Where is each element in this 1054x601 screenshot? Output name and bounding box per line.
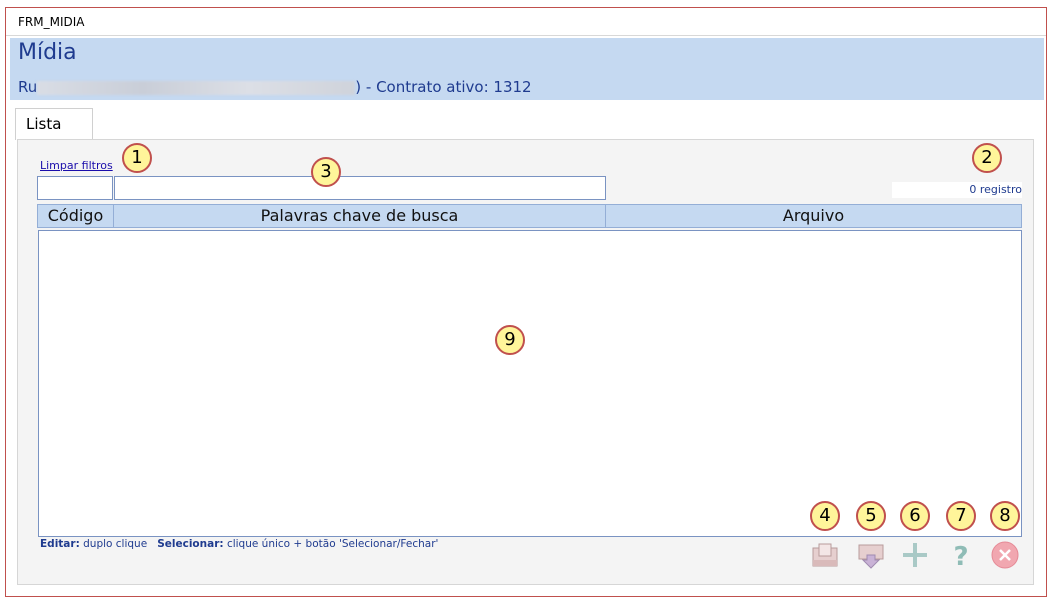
help-icon: ?: [953, 542, 968, 572]
subtitle-suffix: ) - Contrato ativo: 1312: [355, 78, 532, 96]
tab-lista[interactable]: Lista: [15, 108, 93, 140]
column-header-palavras[interactable]: Palavras chave de busca: [113, 204, 606, 228]
callout-1: 1: [122, 143, 152, 173]
callout-8: 8: [990, 501, 1020, 531]
callout-3: 3: [311, 157, 341, 187]
hint-edit-label: Editar:: [40, 538, 80, 550]
hint-edit-text: duplo clique: [83, 538, 148, 550]
callout-4: 4: [810, 501, 840, 531]
open-folder-button[interactable]: [810, 540, 840, 570]
redacted-address: [37, 80, 356, 95]
hint-select-text: clique único + botão 'Selecionar/Fechar': [226, 538, 439, 550]
help-button[interactable]: ?: [946, 540, 976, 572]
filter-palavras-input[interactable]: [114, 176, 606, 200]
subtitle-prefix: Ru: [18, 78, 38, 96]
column-header-arquivo[interactable]: Arquivo: [605, 204, 1022, 228]
records-list[interactable]: [38, 230, 1022, 537]
usage-hint: Editar: duplo clique Selecionar: clique …: [40, 538, 438, 550]
callout-6: 6: [900, 501, 930, 531]
callout-9: 9: [495, 325, 525, 355]
open-folder-icon: [812, 543, 838, 567]
page-subtitle: Ru ) - Contrato ativo: 1312: [18, 78, 532, 96]
svg-text:?: ?: [953, 542, 968, 570]
close-button[interactable]: [990, 540, 1020, 570]
record-count: 0 registro: [892, 182, 1022, 198]
callout-5: 5: [856, 501, 886, 531]
filter-codigo-input[interactable]: [37, 176, 113, 200]
download-icon: [858, 544, 884, 569]
clear-filters-link[interactable]: Limpar filtros: [40, 159, 113, 172]
form-header: Mídia Ru ) - Contrato ativo: 1312: [10, 38, 1044, 100]
callout-7: 7: [946, 501, 976, 531]
page-title: Mídia: [18, 40, 77, 65]
add-icon: [903, 543, 927, 567]
download-button[interactable]: [856, 540, 886, 570]
add-button[interactable]: [900, 540, 930, 570]
close-icon: [991, 541, 1019, 569]
hint-select-label: Selecionar:: [157, 538, 224, 550]
callout-2: 2: [972, 143, 1002, 173]
column-header-codigo[interactable]: Código: [37, 204, 114, 228]
window-title: FRM_MIDIA: [6, 8, 1046, 36]
